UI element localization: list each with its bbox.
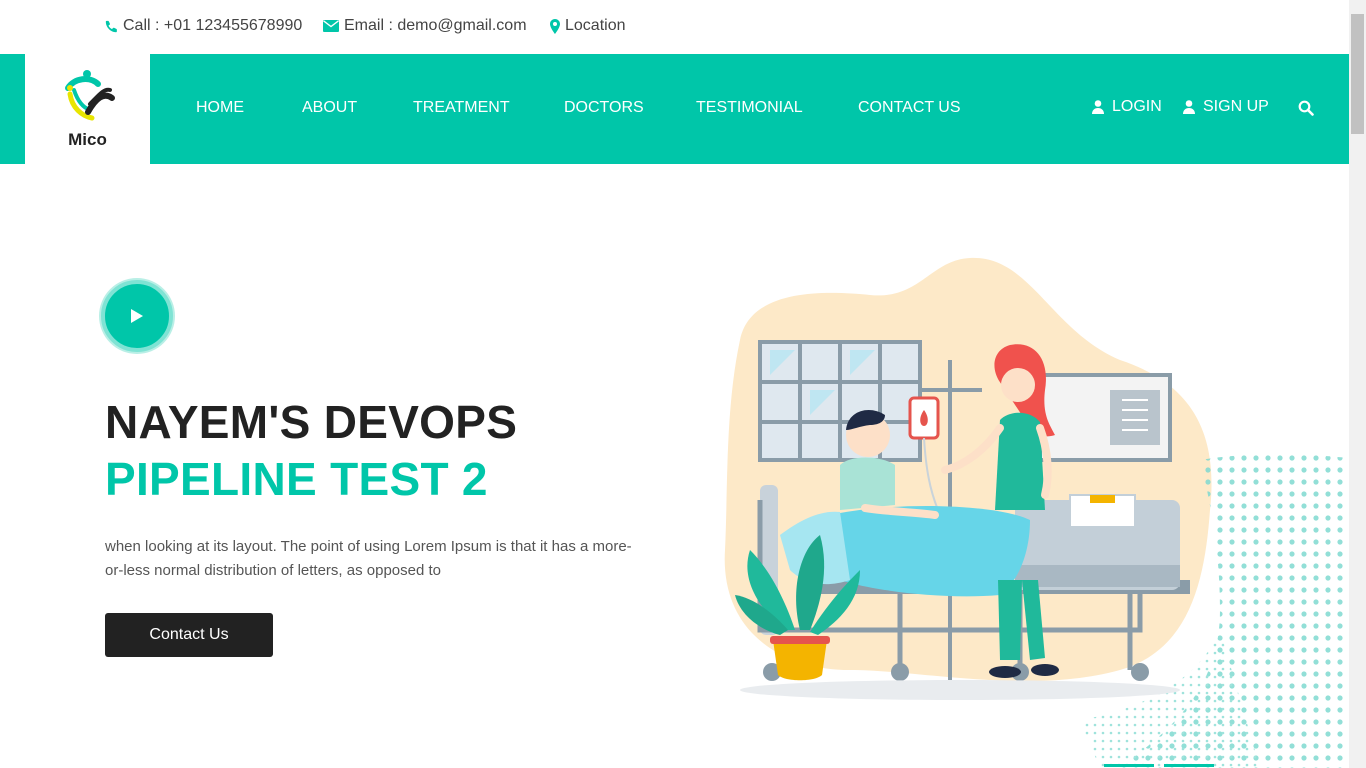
hospital-illustration: [724, 257, 1349, 768]
user-icon: [1183, 100, 1195, 114]
contact-call[interactable]: Call : +01 123455678990: [105, 17, 302, 35]
slider-indicators[interactable]: [1104, 764, 1214, 768]
search-icon: [1298, 100, 1314, 116]
nav-about[interactable]: ABOUT: [302, 99, 357, 117]
nav-testimonial[interactable]: TESTIMONIAL: [696, 99, 803, 117]
signup-link[interactable]: SIGN UP: [1183, 98, 1269, 116]
signup-label: SIGN UP: [1203, 98, 1269, 115]
nav-contact-us[interactable]: CONTACT US: [858, 99, 961, 117]
top-info-bar: Call : +01 123455678990 Email : demo@gma…: [0, 0, 1349, 54]
hero-title-line1: NAYEM'S DEVOPS: [105, 396, 518, 448]
call-text: Call : +01 123455678990: [123, 17, 303, 34]
brand-name: Mico: [68, 130, 107, 149]
contact-us-button[interactable]: Contact Us: [105, 613, 273, 657]
search-button[interactable]: [1298, 100, 1314, 121]
contact-email[interactable]: Email : demo@gmail.com: [323, 17, 527, 35]
hero-title-line2: PIPELINE TEST 2: [105, 453, 488, 505]
main-navbar: Mico HOME ABOUT TREATMENT DOCTORS TESTIM…: [0, 54, 1349, 164]
play-video-button[interactable]: [101, 280, 173, 352]
envelope-icon: [323, 20, 339, 32]
play-icon: [131, 309, 143, 323]
phone-icon: [105, 20, 117, 32]
page-scrollbar[interactable]: [1349, 0, 1366, 768]
nav-treatment[interactable]: TREATMENT: [413, 99, 510, 117]
login-link[interactable]: LOGIN: [1092, 98, 1162, 116]
email-text: Email : demo@gmail.com: [344, 17, 527, 34]
mico-logo-icon: [64, 70, 115, 121]
location-text: Location: [565, 17, 626, 34]
nav-home[interactable]: HOME: [196, 99, 244, 117]
brand-logo[interactable]: Mico: [25, 54, 150, 164]
contact-location[interactable]: Location: [550, 17, 626, 35]
hero-description: when looking at its layout. The point of…: [105, 538, 632, 579]
nav-doctors[interactable]: DOCTORS: [564, 99, 644, 117]
map-marker-icon: [550, 18, 560, 34]
login-label: LOGIN: [1112, 98, 1162, 115]
scrollbar-thumb[interactable]: [1351, 14, 1364, 134]
user-icon: [1092, 100, 1104, 114]
